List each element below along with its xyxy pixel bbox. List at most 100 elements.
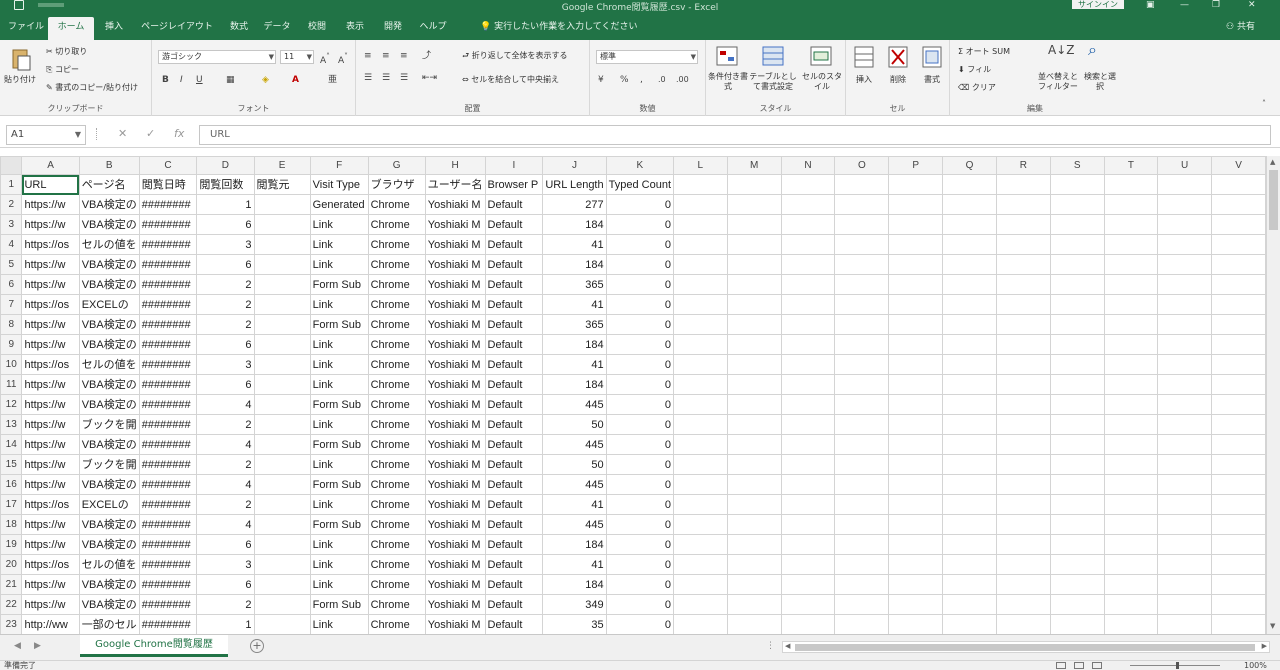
cell[interactable]: Link bbox=[309, 374, 369, 395]
cell[interactable]: VBA検定の bbox=[78, 534, 140, 555]
cell[interactable]: Yoshiaki M bbox=[424, 534, 486, 555]
cell[interactable] bbox=[253, 574, 311, 595]
cell[interactable] bbox=[1103, 174, 1159, 195]
cell-styles-button[interactable]: セルのスタイル bbox=[802, 72, 842, 92]
cell[interactable] bbox=[1211, 494, 1266, 515]
align-bottom-icon[interactable]: ≡ bbox=[400, 50, 408, 62]
cell[interactable] bbox=[995, 214, 1051, 235]
cell[interactable] bbox=[1157, 254, 1213, 275]
worksheet-table[interactable]: ABCDEFGHIJKLMNOPQRSTUV 1 URL ページ名 閲覧日時 閲覧回数閲… bbox=[0, 156, 1266, 634]
cell[interactable] bbox=[888, 274, 944, 295]
cell[interactable] bbox=[253, 614, 311, 634]
cell[interactable] bbox=[1049, 354, 1105, 375]
grow-font-icon[interactable]: A˄ bbox=[320, 51, 330, 67]
cell[interactable]: Default bbox=[484, 314, 544, 335]
magnifier-icon[interactable]: ⌕ bbox=[1088, 42, 1097, 58]
tab-page-layout[interactable]: ページレイアウト bbox=[138, 17, 216, 40]
cell[interactable]: 4 bbox=[196, 474, 255, 495]
save-icon[interactable] bbox=[14, 0, 24, 10]
cell[interactable]: Default bbox=[484, 354, 544, 375]
cell[interactable]: ######## bbox=[138, 234, 198, 255]
format-cells-button[interactable]: 書式 bbox=[924, 74, 940, 85]
cell[interactable] bbox=[888, 214, 944, 235]
cell[interactable] bbox=[726, 434, 782, 455]
cell[interactable] bbox=[888, 334, 944, 355]
cell[interactable] bbox=[834, 214, 890, 235]
column-header[interactable]: U bbox=[1157, 156, 1213, 175]
cell[interactable]: Chrome bbox=[367, 614, 426, 634]
cell[interactable] bbox=[1103, 394, 1159, 415]
cell[interactable] bbox=[726, 554, 782, 575]
cell[interactable]: 0 bbox=[605, 274, 675, 295]
cell[interactable]: https://w bbox=[21, 574, 80, 595]
cell[interactable] bbox=[834, 254, 890, 275]
cell[interactable] bbox=[1049, 534, 1105, 555]
cell[interactable]: https://os bbox=[21, 554, 80, 575]
cell[interactable] bbox=[942, 254, 997, 275]
cell[interactable]: Link bbox=[309, 214, 369, 235]
cell[interactable]: 277 bbox=[542, 194, 607, 215]
zoom-level[interactable]: 100% bbox=[1244, 661, 1267, 670]
cell[interactable] bbox=[1103, 254, 1159, 275]
cell[interactable]: Default bbox=[484, 574, 544, 595]
align-right-icon[interactable]: ☰ bbox=[400, 72, 408, 84]
cell[interactable]: Form Sub bbox=[309, 594, 369, 615]
cell[interactable] bbox=[673, 354, 728, 375]
header-cell[interactable]: URL bbox=[21, 174, 80, 195]
cell[interactable]: 0 bbox=[605, 534, 675, 555]
cell[interactable]: https://w bbox=[21, 514, 80, 535]
cell[interactable] bbox=[1157, 334, 1213, 355]
cell[interactable] bbox=[1157, 614, 1213, 634]
cell[interactable]: 349 bbox=[542, 594, 607, 615]
cell[interactable] bbox=[834, 374, 890, 395]
row-header[interactable]: 8 bbox=[0, 314, 23, 335]
cell[interactable]: 41 bbox=[542, 294, 607, 315]
row-header[interactable]: 6 bbox=[0, 274, 23, 295]
cell[interactable] bbox=[1049, 594, 1105, 615]
row-header[interactable]: 10 bbox=[0, 354, 23, 375]
cell[interactable] bbox=[888, 574, 944, 595]
cell[interactable] bbox=[942, 434, 997, 455]
tab-home[interactable]: ホーム bbox=[48, 17, 94, 40]
column-header[interactable]: R bbox=[995, 156, 1051, 175]
cell[interactable] bbox=[1157, 514, 1213, 535]
cell[interactable]: Default bbox=[484, 214, 544, 235]
cell[interactable] bbox=[253, 554, 311, 575]
cell[interactable] bbox=[1157, 314, 1213, 335]
cell[interactable] bbox=[1211, 254, 1266, 275]
cell[interactable]: Default bbox=[484, 594, 544, 615]
column-header[interactable]: C bbox=[138, 156, 198, 175]
cell[interactable]: Link bbox=[309, 454, 369, 475]
cell[interactable] bbox=[253, 314, 311, 335]
cell[interactable]: Default bbox=[484, 414, 544, 435]
header-cell[interactable]: URL Length bbox=[542, 174, 607, 195]
cell[interactable] bbox=[726, 334, 782, 355]
cell[interactable] bbox=[1157, 374, 1213, 395]
paste-icon[interactable] bbox=[10, 46, 32, 72]
cell[interactable]: 6 bbox=[196, 254, 255, 275]
cell[interactable] bbox=[253, 394, 311, 415]
scroll-right-icon[interactable]: ▶ bbox=[1262, 642, 1267, 650]
cell[interactable] bbox=[995, 414, 1051, 435]
cell[interactable]: Chrome bbox=[367, 334, 426, 355]
cell[interactable] bbox=[888, 614, 944, 634]
cell[interactable]: Yoshiaki M bbox=[424, 454, 486, 475]
cell[interactable] bbox=[995, 574, 1051, 595]
tab-split-handle[interactable]: ⋮ bbox=[766, 641, 775, 651]
cell[interactable]: https://w bbox=[21, 454, 80, 475]
cell[interactable]: Chrome bbox=[367, 514, 426, 535]
cell[interactable] bbox=[1103, 574, 1159, 595]
cell[interactable] bbox=[888, 594, 944, 615]
cell[interactable]: Yoshiaki M bbox=[424, 614, 486, 634]
cell[interactable]: 6 bbox=[196, 214, 255, 235]
cell[interactable] bbox=[726, 174, 782, 195]
border-icon[interactable]: ▦ bbox=[226, 74, 235, 86]
sort-filter-icon[interactable]: A↓Z bbox=[1048, 44, 1074, 56]
align-center-icon[interactable]: ☰ bbox=[382, 72, 390, 84]
align-middle-icon[interactable]: ≡ bbox=[382, 50, 390, 62]
cell[interactable]: 0 bbox=[605, 434, 675, 455]
cell[interactable]: Link bbox=[309, 414, 369, 435]
column-header[interactable]: J bbox=[542, 156, 607, 175]
page-layout-view-icon[interactable] bbox=[1074, 662, 1084, 669]
cell[interactable] bbox=[995, 274, 1051, 295]
